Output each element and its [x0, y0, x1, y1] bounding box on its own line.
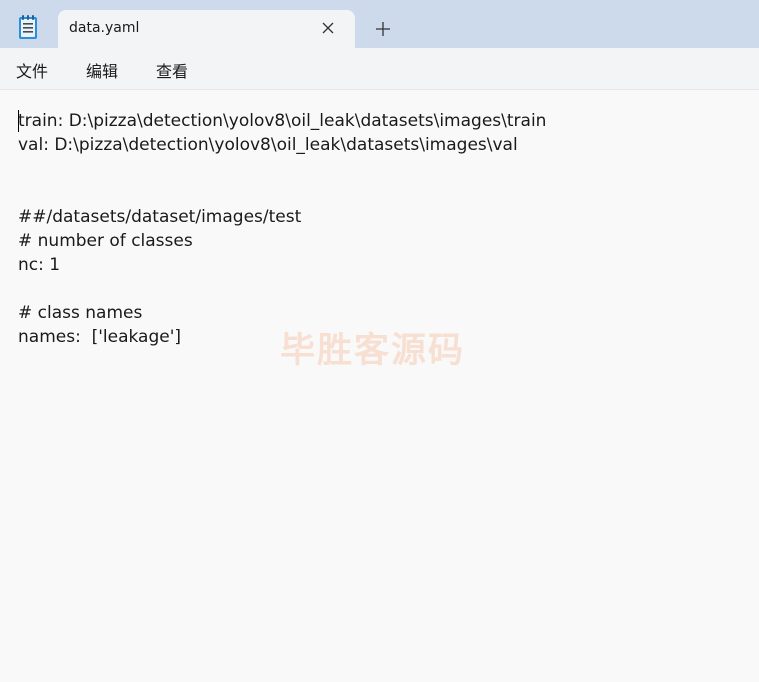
close-icon[interactable]: [320, 20, 336, 36]
editor-line: ##/datasets/dataset/images/test: [18, 207, 302, 227]
menu-file[interactable]: 文件: [16, 58, 48, 82]
editor-line: val: D:\pizza\detection\yolov8\oil_leak\…: [18, 135, 518, 155]
editor-line: # class names: [18, 303, 143, 323]
editor-line: train: D:\pizza\detection\yolov8\oil_lea…: [18, 111, 547, 131]
editor-line: names: ['leakage']: [18, 327, 182, 347]
plus-icon[interactable]: [373, 19, 393, 39]
menu-bar: 文件 编辑 查看: [0, 48, 759, 90]
menu-edit[interactable]: 编辑: [86, 58, 118, 82]
tab-title: data.yaml: [69, 20, 140, 36]
tab-strip: data.yaml: [0, 0, 759, 48]
tab-data-yaml[interactable]: data.yaml: [58, 10, 355, 48]
text-editor[interactable]: train: D:\pizza\detection\yolov8\oil_lea…: [0, 90, 759, 682]
editor-line: # number of classes: [18, 231, 193, 251]
editor-line: nc: 1: [18, 255, 61, 275]
notepad-icon: [16, 14, 40, 40]
watermark: 毕胜客源码: [280, 331, 466, 371]
menu-view[interactable]: 查看: [156, 58, 188, 82]
notepad-window: data.yaml 文件 编辑 查看 train: D:\pizza\detec…: [0, 0, 759, 682]
